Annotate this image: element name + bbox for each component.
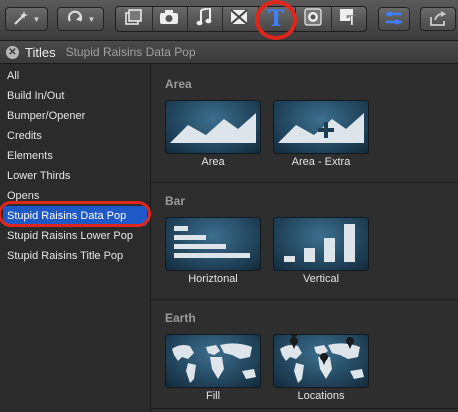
list-toggle-icon xyxy=(385,11,403,28)
clips-icon xyxy=(125,8,143,30)
title-label-locations: Locations xyxy=(297,390,345,402)
title-label-vertical: Vertical xyxy=(302,273,340,285)
sidebar-item-elements[interactable]: Elements xyxy=(0,146,150,166)
title-label-area: Area xyxy=(201,156,225,168)
close-icon[interactable]: ✕ xyxy=(6,45,19,59)
title-thumbnail-fill[interactable] xyxy=(165,334,261,388)
svg-text:T: T xyxy=(347,14,357,26)
generator-icon xyxy=(304,7,322,31)
transitions-browser-button[interactable] xyxy=(224,6,254,32)
sidebar-item-bumper-opener[interactable]: Bumper/Opener xyxy=(0,106,150,126)
title-thumbnail-area-extra[interactable] xyxy=(273,100,369,154)
clips-browser-button[interactable] xyxy=(119,6,149,32)
themes-browser-button[interactable]: T xyxy=(334,6,364,32)
category-sidebar: All Build In/Out Bumper/Opener Credits E… xyxy=(0,64,151,412)
magic-wand-icon xyxy=(13,10,29,29)
selection-highlight xyxy=(0,201,151,227)
section-title-earth: Earth xyxy=(165,311,196,325)
chevron-down-icon: ▼ xyxy=(87,14,96,24)
sidebar-item-build-in-out[interactable]: Build In/Out xyxy=(0,86,150,106)
rotate-icon xyxy=(66,9,84,30)
share-button[interactable] xyxy=(420,7,456,31)
title-label-area-extra: Area - Extra xyxy=(291,156,351,168)
titles-button-highlight xyxy=(255,0,297,40)
photos-browser-button[interactable] xyxy=(154,6,184,32)
sidebar-item-title-pop[interactable]: Stupid Raisins Title Pop xyxy=(0,246,150,266)
title-thumbnail-vertical[interactable] xyxy=(273,217,369,271)
browser-header: ✕ Titles Stupid Raisins Data Pop xyxy=(0,41,458,64)
enhance-button[interactable]: ▼ xyxy=(5,7,48,31)
rotate-button[interactable]: ▼ xyxy=(57,7,104,31)
section-title-bar: Bar xyxy=(165,194,186,208)
section-title-area: Area xyxy=(165,77,192,91)
share-icon xyxy=(429,10,447,29)
title-label-fill: Fill xyxy=(205,390,221,402)
title-label-horizontal: Horiztonal xyxy=(188,273,238,285)
titles-browser: Area Area Area - Extra Bar Horiztonal Ve… xyxy=(151,64,458,412)
title-thumbnail-horizontal[interactable] xyxy=(165,217,261,271)
inspector-toggle-button[interactable] xyxy=(378,7,410,31)
toolbar: ▼ ▼ T T xyxy=(0,0,458,41)
music-browser-button[interactable] xyxy=(189,6,219,32)
music-note-icon xyxy=(196,6,212,31)
sidebar-item-lower-thirds[interactable]: Lower Thirds xyxy=(0,166,150,186)
generators-browser-button[interactable] xyxy=(298,6,328,32)
chevron-down-icon: ▼ xyxy=(32,14,41,24)
transition-icon xyxy=(230,8,248,30)
breadcrumb: Stupid Raisins Data Pop xyxy=(65,45,196,59)
title-thumbnail-area[interactable] xyxy=(165,100,261,154)
title-thumbnail-locations[interactable] xyxy=(273,334,369,388)
sidebar-item-credits[interactable]: Credits xyxy=(0,126,150,146)
sidebar-item-lower-pop[interactable]: Stupid Raisins Lower Pop xyxy=(0,226,150,246)
camera-icon xyxy=(159,9,179,30)
sidebar-item-all[interactable]: All xyxy=(0,66,150,86)
themes-icon: T xyxy=(339,8,359,31)
panel-title: Titles xyxy=(25,44,56,60)
